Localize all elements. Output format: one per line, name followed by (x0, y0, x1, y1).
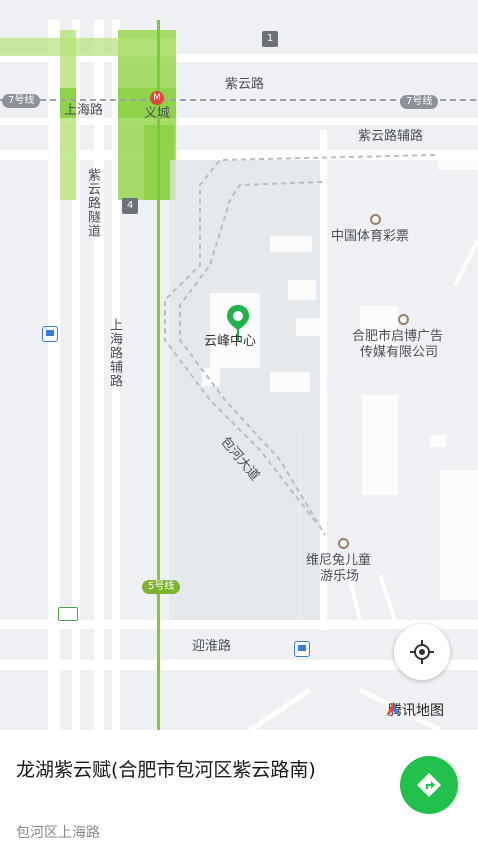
poi-dot-icon (398, 314, 409, 325)
street-label-ziyun: 紫云路 (225, 77, 265, 92)
poi-label-winnie-1[interactable]: 维尼兔儿童 (306, 554, 371, 567)
metro-line7-badge-right: 7号线 (400, 95, 439, 109)
station-label-yicheng[interactable]: 义城 (144, 107, 170, 120)
metro-station-icon[interactable]: M (150, 91, 164, 105)
place-address: 包河区上海路 (16, 825, 100, 841)
street-label-shanghai-aux: 上海路辅路 (107, 318, 122, 388)
place-title: 龙湖紫云赋(合肥市包河区紫云路南) (16, 759, 316, 781)
street-label-shanghai: 上海路 (64, 103, 104, 118)
poi-dot-icon (338, 538, 349, 549)
poi-label-qibo-1[interactable]: 合肥市启博广告 (352, 330, 443, 343)
exit-1-badge: 1 (262, 31, 278, 47)
tencent-map-brand: 腾讯地图 (384, 700, 444, 720)
metro-line7-badge-left: 7号线 (2, 94, 41, 108)
poi-label-lottery[interactable]: 中国体育彩票 (331, 230, 409, 243)
map-view[interactable]: 紫云路 紫云路辅路 上海路 紫云路隧道 上海路辅路 包河大道 迎淮路 7号线 7… (0, 0, 478, 730)
exit-icon (58, 607, 78, 621)
bus-stop-icon[interactable] (42, 326, 58, 342)
street-label-ziyun-aux: 紫云路辅路 (358, 129, 424, 144)
bus-stop-icon[interactable] (294, 641, 310, 657)
locate-button[interactable] (394, 624, 450, 680)
exit-4-badge: 4 (122, 198, 138, 214)
poi-label-yunfeng[interactable]: 云峰中心 (204, 335, 256, 348)
navigate-button[interactable] (400, 756, 458, 814)
street-label-ziyun-tunnel: 紫云路隧道 (85, 168, 100, 238)
poi-dot-icon (370, 214, 381, 225)
street-label-yinghuai: 迎淮路 (192, 639, 232, 654)
poi-label-winnie-2[interactable]: 游乐场 (320, 570, 359, 583)
poi-label-qibo-2[interactable]: 传媒有限公司 (360, 346, 438, 359)
metro-line5-badge: 5号线 (142, 580, 181, 594)
navigate-arrow-icon (416, 772, 442, 802)
